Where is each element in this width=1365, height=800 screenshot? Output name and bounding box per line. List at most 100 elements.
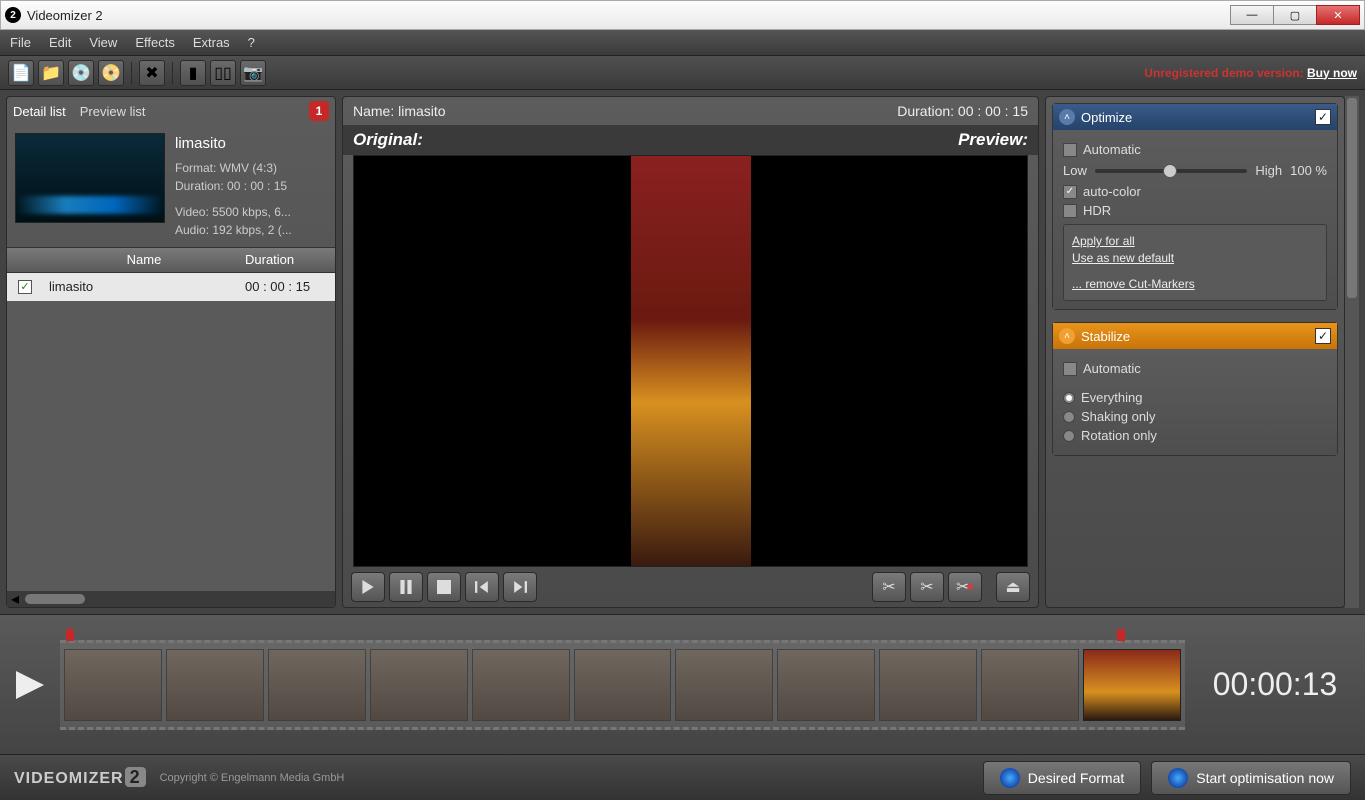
list-count-badge: 1: [309, 101, 329, 121]
tab-preview-list[interactable]: Preview list: [80, 104, 146, 119]
audio-spec: Audio: 192 kbps, 2 (...: [175, 221, 292, 239]
cut-start-button[interactable]: ✂: [872, 572, 906, 602]
frame-thumb[interactable]: [268, 649, 366, 721]
right-scrollbar[interactable]: [1345, 96, 1359, 608]
list-scrollbar[interactable]: ◂: [7, 591, 335, 607]
frame-thumb[interactable]: [574, 649, 672, 721]
app-icon: 2: [5, 7, 21, 23]
frame-thumb[interactable]: [370, 649, 468, 721]
col-duration[interactable]: Duration: [245, 252, 335, 267]
start-optimisation-button[interactable]: Start optimisation now: [1151, 761, 1351, 795]
label-preview: Preview:: [958, 130, 1028, 150]
menu-file[interactable]: File: [10, 35, 31, 50]
pause-button[interactable]: [389, 572, 423, 602]
titlebar: 2 Videomizer 2 — ▢ ✕: [0, 0, 1365, 30]
row-duration: 00 : 00 : 15: [245, 279, 335, 294]
filmstrip[interactable]: [60, 640, 1185, 730]
video-duration: Duration: 00 : 00 : 15: [175, 177, 292, 195]
list-body: [7, 301, 335, 592]
list-row[interactable]: ✓ limasito 00 : 00 : 15: [7, 273, 335, 301]
playback-controls: ✂ ✂ ✂✖ ⏏: [343, 567, 1038, 607]
collapse-icon[interactable]: ˄: [1059, 109, 1075, 125]
step-forward-button[interactable]: [503, 572, 537, 602]
radio-everything[interactable]: [1063, 392, 1075, 404]
tab-detail-list[interactable]: Detail list: [13, 104, 66, 119]
gear-icon: [1000, 768, 1020, 788]
radio-shaking[interactable]: [1063, 411, 1075, 423]
frame-thumb[interactable]: [981, 649, 1079, 721]
quality-percent: 100 %: [1290, 163, 1327, 178]
logo: VIDEOMIZER2: [14, 767, 146, 788]
menubar: File Edit View Effects Extras ?: [0, 30, 1365, 56]
menu-extras[interactable]: Extras: [193, 35, 230, 50]
menu-edit[interactable]: Edit: [49, 35, 71, 50]
video-spec: Video: 5500 kbps, 6...: [175, 203, 292, 221]
timeline-play-button[interactable]: [10, 665, 50, 705]
toolbar-add-folder-icon[interactable]: 📁: [38, 60, 64, 86]
preview-duration: Duration: 00 : 00 : 15: [897, 103, 1028, 119]
video-preview[interactable]: [353, 155, 1028, 567]
frame-thumb[interactable]: [777, 649, 875, 721]
minimize-button[interactable]: —: [1230, 5, 1274, 25]
toolbar-remove-icon[interactable]: ✖: [139, 60, 165, 86]
cut-delete-button[interactable]: ✂✖: [948, 572, 982, 602]
play-button[interactable]: [351, 572, 385, 602]
step-back-button[interactable]: [465, 572, 499, 602]
new-default-link[interactable]: Use as new default: [1072, 251, 1318, 265]
cut-marker-end[interactable]: [1117, 629, 1125, 641]
cut-marker-start[interactable]: [66, 629, 74, 641]
frame-thumb[interactable]: [675, 649, 773, 721]
timeline: 00:00:13: [0, 614, 1365, 754]
row-name: limasito: [43, 279, 245, 294]
stabilize-header[interactable]: ˄ Stabilize ✓: [1053, 323, 1337, 349]
frame-thumb[interactable]: [166, 649, 264, 721]
list-header: Name Duration: [7, 247, 335, 273]
stop-button[interactable]: [427, 572, 461, 602]
demo-banner: Unregistered demo version: Buy now: [1144, 66, 1357, 80]
toolbar-split-view-icon[interactable]: ▯▯: [210, 60, 236, 86]
automatic-checkbox[interactable]: [1063, 143, 1077, 157]
menu-effects[interactable]: Effects: [135, 35, 175, 50]
row-checkbox[interactable]: ✓: [18, 280, 32, 294]
apply-all-link[interactable]: Apply for all: [1072, 234, 1318, 248]
desired-format-button[interactable]: Desired Format: [983, 761, 1141, 795]
optimize-links: Apply for all Use as new default ... rem…: [1063, 224, 1327, 301]
collapse-icon[interactable]: ˄: [1059, 328, 1075, 344]
remove-markers-link[interactable]: ... remove Cut-Markers: [1072, 277, 1318, 291]
close-button[interactable]: ✕: [1316, 5, 1360, 25]
maximize-button[interactable]: ▢: [1273, 5, 1317, 25]
left-panel: Detail list Preview list 1 limasito Form…: [6, 96, 336, 608]
buy-now-link[interactable]: Buy now: [1307, 66, 1357, 80]
stab-automatic-checkbox[interactable]: [1063, 362, 1077, 376]
frame-thumb[interactable]: [64, 649, 162, 721]
hdr-checkbox[interactable]: [1063, 204, 1077, 218]
menu-view[interactable]: View: [89, 35, 117, 50]
menu-help[interactable]: ?: [248, 35, 255, 50]
video-name: limasito: [175, 133, 292, 156]
copyright: Copyright © Engelmann Media GmbH: [160, 772, 345, 784]
frame-thumb[interactable]: [879, 649, 977, 721]
quality-slider[interactable]: [1095, 169, 1248, 173]
optimize-checkbox[interactable]: ✓: [1315, 109, 1331, 125]
toolbar-disc2-icon[interactable]: 📀: [98, 60, 124, 86]
video-format: Format: WMV (4:3): [175, 159, 292, 177]
eject-button[interactable]: ⏏: [996, 572, 1030, 602]
stabilize-checkbox[interactable]: ✓: [1315, 328, 1331, 344]
center-panel: Name: limasito Duration: 00 : 00 : 15 Or…: [342, 96, 1039, 608]
toolbar-single-view-icon[interactable]: ▮: [180, 60, 206, 86]
radio-rotation[interactable]: [1063, 430, 1075, 442]
col-name[interactable]: Name: [43, 252, 245, 267]
toolbar-disc1-icon[interactable]: 💿: [68, 60, 94, 86]
frame-thumb[interactable]: [472, 649, 570, 721]
video-thumbnail[interactable]: [15, 133, 165, 223]
label-original: Original:: [353, 130, 423, 150]
cut-end-button[interactable]: ✂: [910, 572, 944, 602]
video-info: limasito Format: WMV (4:3) Duration: 00 …: [7, 125, 335, 247]
optimize-header[interactable]: ˄ Optimize ✓: [1053, 104, 1337, 130]
frame-thumb-current[interactable]: [1083, 649, 1181, 721]
toolbar-camera-icon[interactable]: 📷: [240, 60, 266, 86]
autocolor-checkbox[interactable]: ✓: [1063, 185, 1077, 199]
timecode: 00:00:13: [1195, 666, 1355, 703]
toolbar-add-file-icon[interactable]: 📄: [8, 60, 34, 86]
right-panel: ˄ Optimize ✓ Automatic Low High 100 % ✓a…: [1045, 96, 1345, 608]
